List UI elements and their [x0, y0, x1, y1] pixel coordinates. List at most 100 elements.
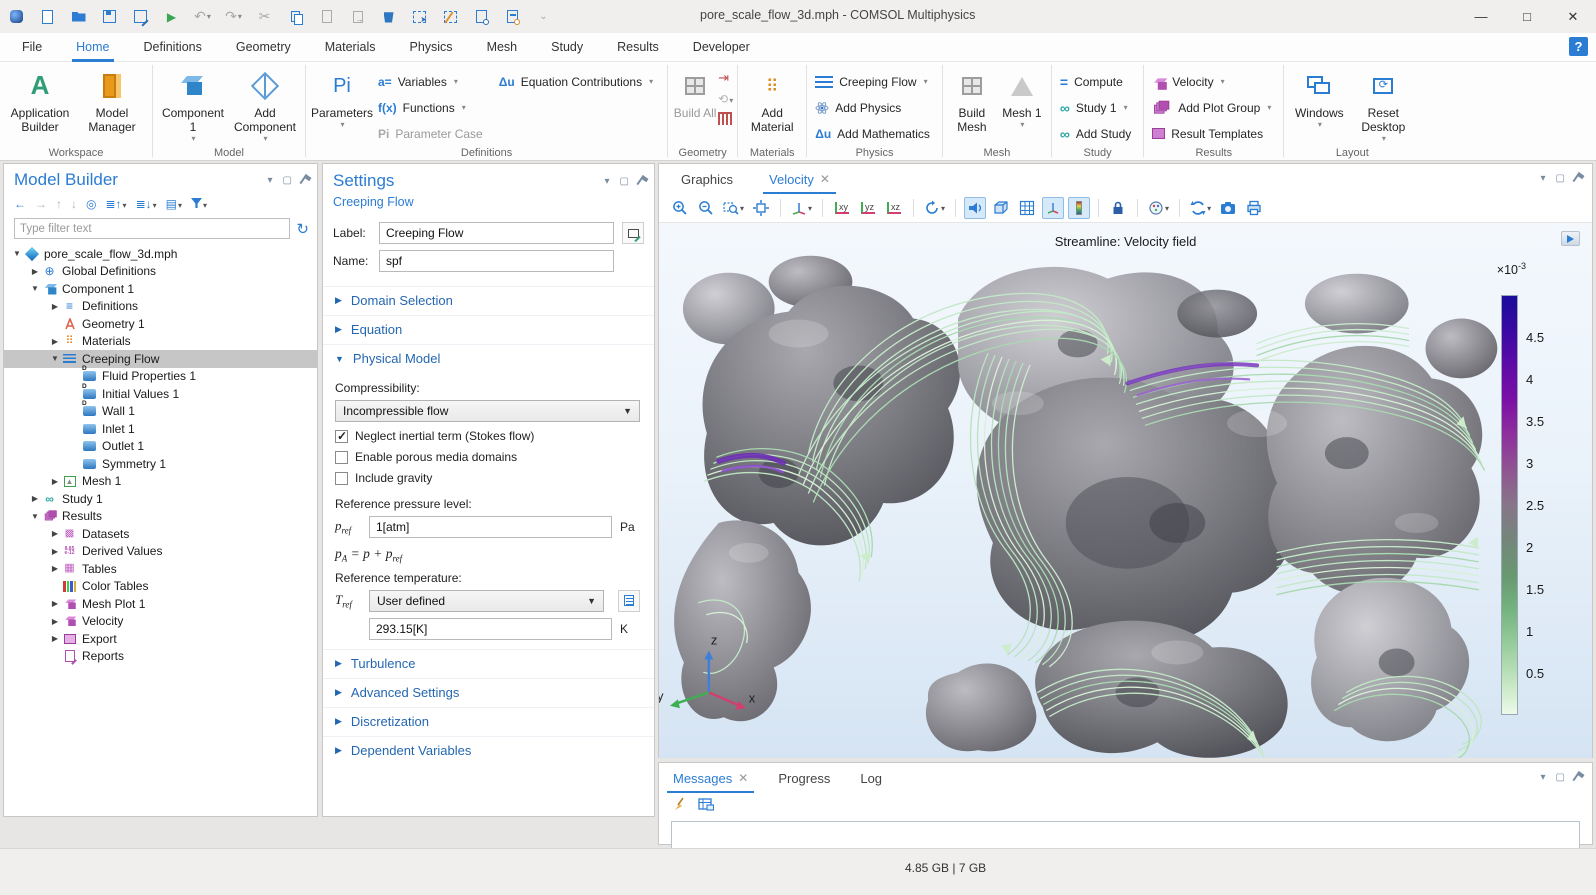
- tab-definitions[interactable]: Definitions: [144, 33, 202, 62]
- tree-row-mesh-plot[interactable]: ▶Mesh Plot 1: [4, 595, 317, 613]
- tab-physics[interactable]: Physics: [409, 33, 452, 62]
- equation-contributions-button[interactable]: Δu Equation Contributions▾: [495, 71, 657, 92]
- panel-float-icon[interactable]: ▢: [1556, 772, 1565, 783]
- section-equation[interactable]: ▶Equation: [323, 315, 654, 343]
- mesh1-button[interactable]: Mesh 1▾: [997, 65, 1047, 144]
- scene-light-button[interactable]: [964, 197, 986, 219]
- tab-geometry[interactable]: Geometry: [236, 33, 291, 62]
- tree-row-global-definitions[interactable]: ▶⊕Global Definitions: [4, 263, 317, 281]
- forward-button[interactable]: →: [35, 197, 47, 211]
- panel-pin-icon[interactable]: [299, 173, 311, 186]
- tab-study[interactable]: Study: [551, 33, 583, 62]
- color-legend-button[interactable]: [1068, 197, 1090, 219]
- go-to-source-button[interactable]: [618, 590, 640, 612]
- panel-menu-icon[interactable]: ▾: [1541, 173, 1546, 184]
- tree-row-datasets[interactable]: ▶▩Datasets: [4, 525, 317, 543]
- section-turbulence[interactable]: ▶Turbulence: [323, 649, 654, 677]
- parameters-button[interactable]: Pi Parameters▾: [310, 65, 374, 144]
- add-mathematics-button[interactable]: Δu Add Mathematics: [811, 123, 934, 144]
- section-advanced-settings[interactable]: ▶Advanced Settings: [323, 678, 654, 706]
- tref-select[interactable]: User defined▼: [369, 590, 604, 612]
- tab-home[interactable]: Home: [76, 33, 109, 62]
- view-xy-button[interactable]: xy: [831, 197, 853, 219]
- temperature-input[interactable]: [369, 618, 612, 640]
- select-box-button[interactable]: ➤: [411, 8, 428, 25]
- tab-velocity-window[interactable]: Velocity✕: [769, 164, 830, 194]
- close-button[interactable]: ✕: [1550, 0, 1596, 33]
- redo-button[interactable]: ↷▾: [225, 8, 242, 25]
- copy-button[interactable]: [287, 8, 304, 25]
- move-up-button[interactable]: ↑: [56, 197, 62, 211]
- default-3d-view-button[interactable]: ▾: [789, 197, 814, 219]
- report-preview-alt-button[interactable]: [504, 8, 521, 25]
- panel-pin-icon[interactable]: [1572, 172, 1584, 185]
- build-mesh-button[interactable]: Build Mesh: [947, 65, 997, 144]
- tree-row-wall[interactable]: Wall 1: [4, 403, 317, 421]
- rebuild-button[interactable]: ⟲▾: [718, 92, 733, 106]
- save-button[interactable]: [101, 8, 118, 25]
- maximize-button[interactable]: □: [1504, 0, 1550, 33]
- tree-row-results[interactable]: ▼Results: [4, 508, 317, 526]
- result-templates-button[interactable]: Result Templates: [1148, 123, 1275, 144]
- tab-results[interactable]: Results: [617, 33, 659, 62]
- panel-pin-icon[interactable]: [1572, 771, 1584, 784]
- filter-input[interactable]: [14, 218, 290, 239]
- tree-row-study1[interactable]: ▶∞Study 1: [4, 490, 317, 508]
- checkbox-icon[interactable]: [335, 451, 348, 464]
- tree-row-symmetry[interactable]: Symmetry 1: [4, 455, 317, 473]
- component1-button[interactable]: Component 1▾: [157, 65, 229, 144]
- tree-row-fluid-properties[interactable]: Fluid Properties 1: [4, 368, 317, 386]
- filter-funnel-button[interactable]: ▾: [191, 197, 207, 211]
- build-all-button[interactable]: Build All: [672, 65, 718, 144]
- checkbox-icon[interactable]: [335, 472, 348, 485]
- add-component-button[interactable]: Add Component▾: [229, 65, 301, 144]
- close-icon[interactable]: ✕: [820, 172, 830, 186]
- model-manager-button[interactable]: Model Manager: [76, 65, 148, 144]
- graphics-canvas[interactable]: Streamline: Velocity field: [659, 223, 1592, 758]
- cut-button[interactable]: ✂: [256, 8, 273, 25]
- run-button[interactable]: ▶: [163, 8, 180, 25]
- expand-all-button[interactable]: ≣↓▾: [136, 197, 157, 211]
- add-physics-button[interactable]: Add Physics: [811, 97, 934, 118]
- porous-media-checkbox-row[interactable]: Enable porous media domains: [335, 450, 640, 464]
- panel-menu-icon[interactable]: ▾: [1541, 772, 1546, 783]
- tree-row-velocity[interactable]: ▶Velocity: [4, 613, 317, 631]
- qat-customize-button[interactable]: ⌄: [535, 8, 552, 25]
- compute-button[interactable]: = Compute: [1056, 71, 1135, 92]
- tree-row-geometry1[interactable]: Geometry 1: [4, 315, 317, 333]
- add-material-button[interactable]: ⠿ Add Material: [742, 65, 802, 144]
- new-file-button[interactable]: [39, 8, 56, 25]
- rotate-view-button[interactable]: ▾: [922, 197, 947, 219]
- tree-row-creeping-flow[interactable]: ▼Creeping Flow: [4, 350, 317, 368]
- help-button[interactable]: ?: [1569, 37, 1588, 56]
- velocity-plot-button[interactable]: Velocity▾: [1148, 71, 1275, 92]
- zoom-box-button[interactable]: ▾: [721, 197, 746, 219]
- panel-float-icon[interactable]: ▢: [283, 175, 292, 186]
- tree-row-inlet[interactable]: Inlet 1: [4, 420, 317, 438]
- functions-button[interactable]: f(x) Functions▾: [374, 97, 487, 118]
- clear-messages-button[interactable]: [673, 797, 688, 815]
- panel-float-icon[interactable]: ▢: [620, 176, 629, 187]
- snapshot-button[interactable]: [1217, 197, 1239, 219]
- tree-row-derived-values[interactable]: ▶8.85e-12Derived Values: [4, 543, 317, 561]
- deselect-box-button[interactable]: [442, 8, 459, 25]
- section-dependent-variables[interactable]: ▶Dependent Variables: [323, 736, 654, 764]
- duplicate-button[interactable]: →: [349, 8, 366, 25]
- collapse-all-button[interactable]: ≣↑▾: [105, 197, 126, 211]
- zoom-in-button[interactable]: [669, 197, 691, 219]
- zoom-out-button[interactable]: [695, 197, 717, 219]
- node-text-button[interactable]: ▤▾: [166, 197, 182, 211]
- add-plot-group-button[interactable]: Add Plot Group▾: [1148, 97, 1275, 118]
- update-plot-button[interactable]: ▾: [1188, 197, 1213, 219]
- tab-mesh[interactable]: Mesh: [487, 33, 518, 62]
- tab-log[interactable]: Log: [860, 763, 882, 793]
- variables-button[interactable]: a= Variables▾: [374, 71, 487, 92]
- open-file-button[interactable]: [70, 8, 87, 25]
- tree-row-color-tables[interactable]: Color Tables: [4, 578, 317, 596]
- transparency-button[interactable]: [990, 197, 1012, 219]
- tree-row-initial-values[interactable]: Initial Values 1: [4, 385, 317, 403]
- label-input[interactable]: [379, 222, 614, 244]
- lock-view-button[interactable]: [1107, 197, 1129, 219]
- axes-orientation-button[interactable]: [1042, 197, 1064, 219]
- section-discretization[interactable]: ▶Discretization: [323, 707, 654, 735]
